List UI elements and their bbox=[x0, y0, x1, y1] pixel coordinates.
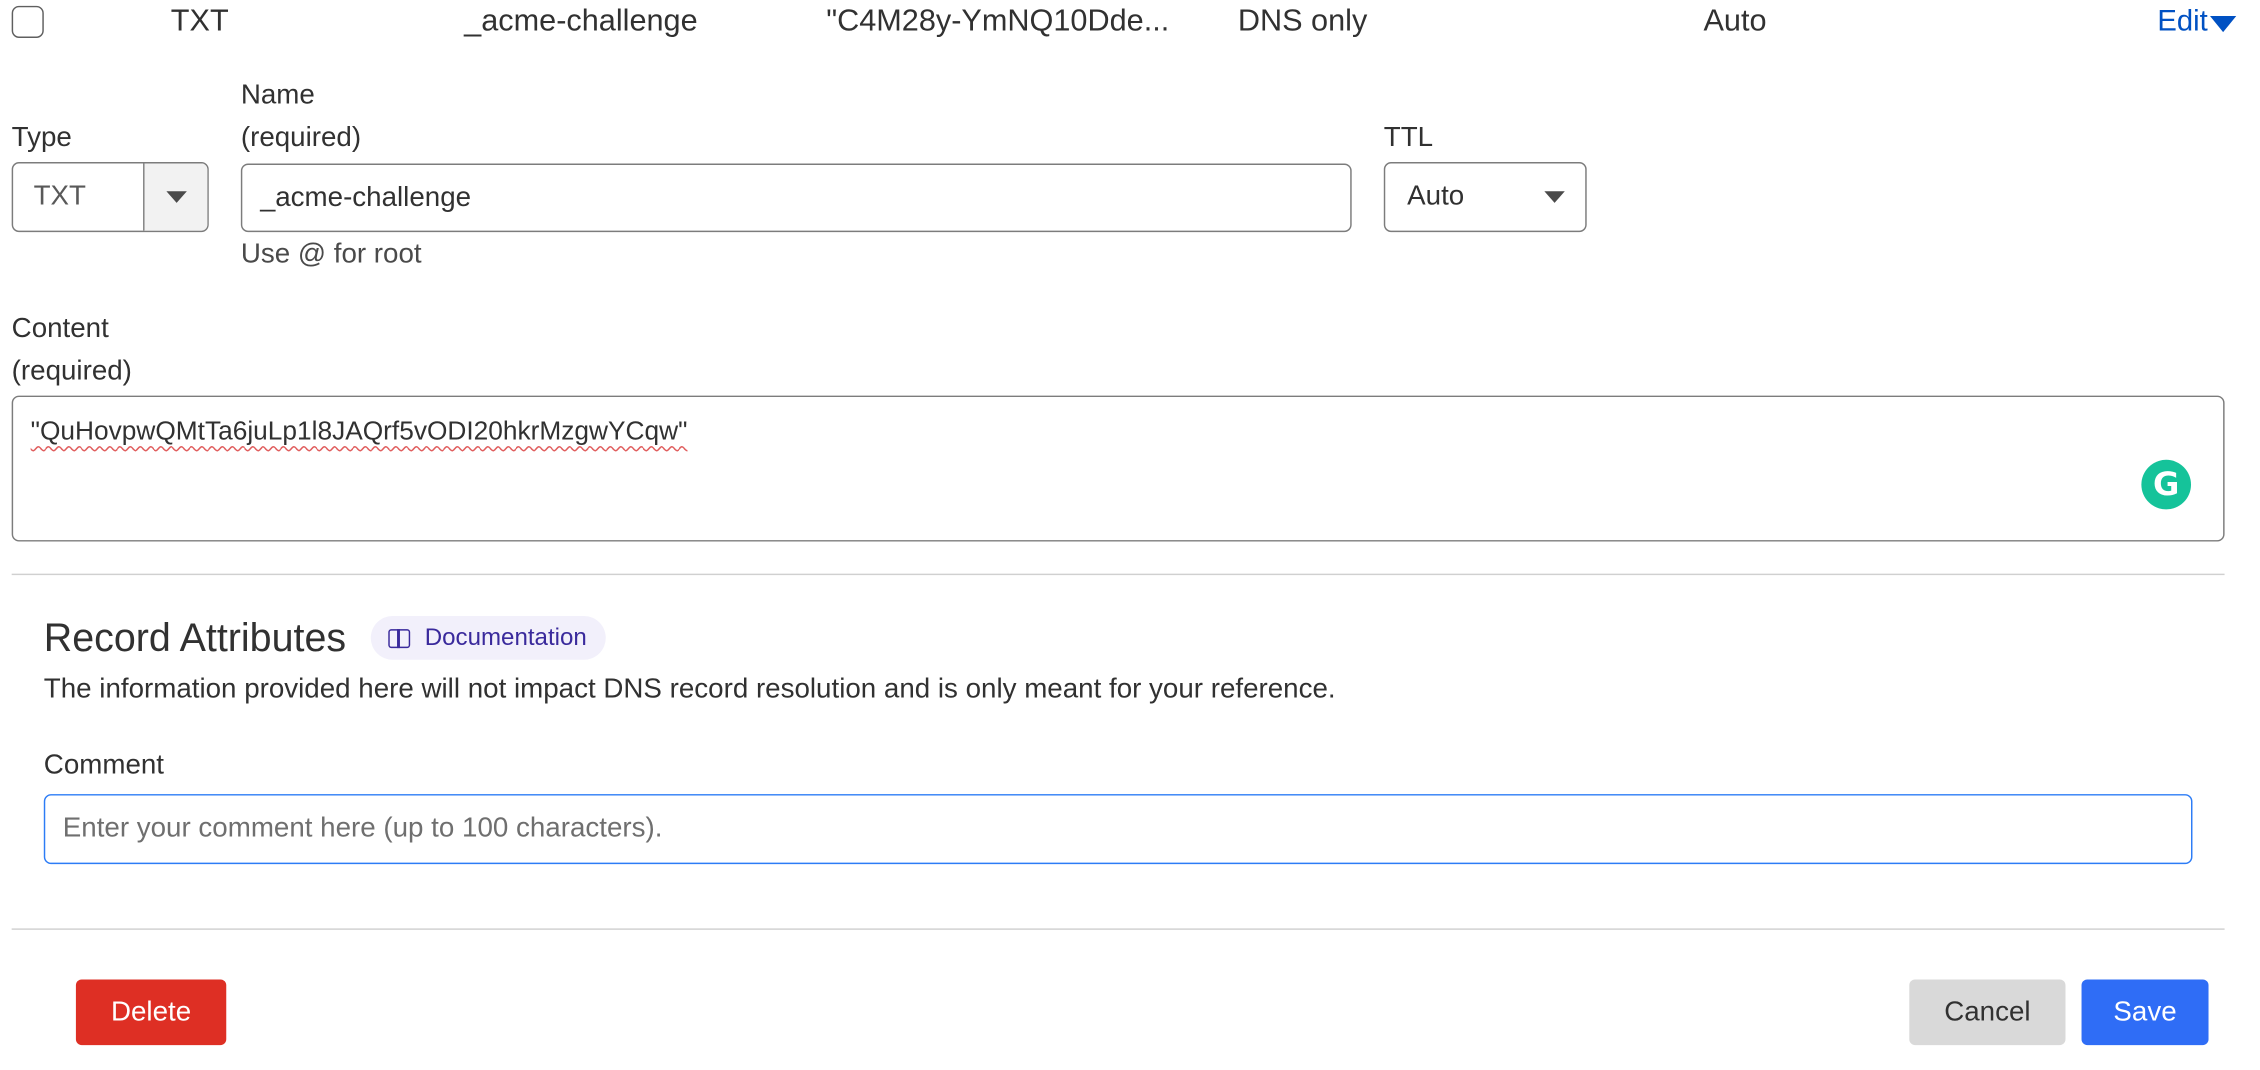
edit-toggle-link[interactable]: Edit bbox=[2157, 4, 2237, 39]
type-select-toggle[interactable] bbox=[143, 163, 208, 231]
documentation-label: Documentation bbox=[424, 624, 587, 651]
documentation-link[interactable]: Documentation bbox=[370, 615, 606, 660]
row-ttl: Auto bbox=[1703, 4, 1767, 38]
actions-divider bbox=[11, 928, 2225, 930]
name-label: Name bbox=[240, 80, 315, 111]
type-select[interactable]: TXT bbox=[11, 162, 209, 233]
row-proxy-status: DNS only bbox=[1237, 4, 1368, 38]
dns-record-edit-panel: TXT _acme-challenge "C4M28y-YmNQ10Dde...… bbox=[0, 0, 2260, 1070]
book-icon bbox=[388, 628, 411, 648]
name-input[interactable] bbox=[240, 163, 1352, 233]
row-select-checkbox[interactable] bbox=[11, 5, 44, 38]
section-title: Record Attributes bbox=[43, 615, 347, 660]
content-value: "QuHovpwQMtTa6juLp1l8JAQrf5vODI20hkrMzgw… bbox=[30, 416, 688, 446]
name-hint: Use @ for root bbox=[240, 239, 422, 271]
caret-down-icon bbox=[2210, 15, 2237, 32]
content-textarea[interactable]: "QuHovpwQMtTa6juLp1l8JAQrf5vODI20hkrMzgw… bbox=[11, 395, 2225, 542]
content-label: Content bbox=[11, 313, 109, 345]
comment-label: Comment bbox=[43, 750, 165, 781]
content-required-label: (required) bbox=[11, 356, 132, 387]
row-type: TXT bbox=[170, 4, 229, 38]
ttl-select-value: Auto bbox=[1407, 181, 1465, 212]
name-required-label: (required) bbox=[240, 122, 362, 154]
type-select-value: TXT bbox=[33, 181, 86, 212]
comment-input[interactable] bbox=[43, 794, 2193, 865]
chevron-down-icon bbox=[165, 191, 187, 203]
ttl-select[interactable]: Auto bbox=[1383, 162, 1587, 233]
edit-label: Edit bbox=[2157, 5, 2208, 38]
row-name: _acme-challenge bbox=[464, 4, 698, 38]
row-content: "C4M28y-YmNQ10Dde... bbox=[826, 4, 1170, 38]
ttl-label: TTL bbox=[1383, 122, 1434, 154]
section-divider bbox=[11, 573, 2225, 576]
delete-button[interactable]: Delete bbox=[75, 979, 227, 1046]
attributes-description: The information provided here will not i… bbox=[43, 674, 1336, 706]
type-label: Type bbox=[11, 122, 72, 154]
cancel-button[interactable]: Cancel bbox=[1909, 979, 2066, 1046]
chevron-down-icon bbox=[1544, 191, 1565, 203]
grammarly-icon[interactable]: G bbox=[2141, 459, 2192, 510]
save-button[interactable]: Save bbox=[2081, 979, 2209, 1046]
